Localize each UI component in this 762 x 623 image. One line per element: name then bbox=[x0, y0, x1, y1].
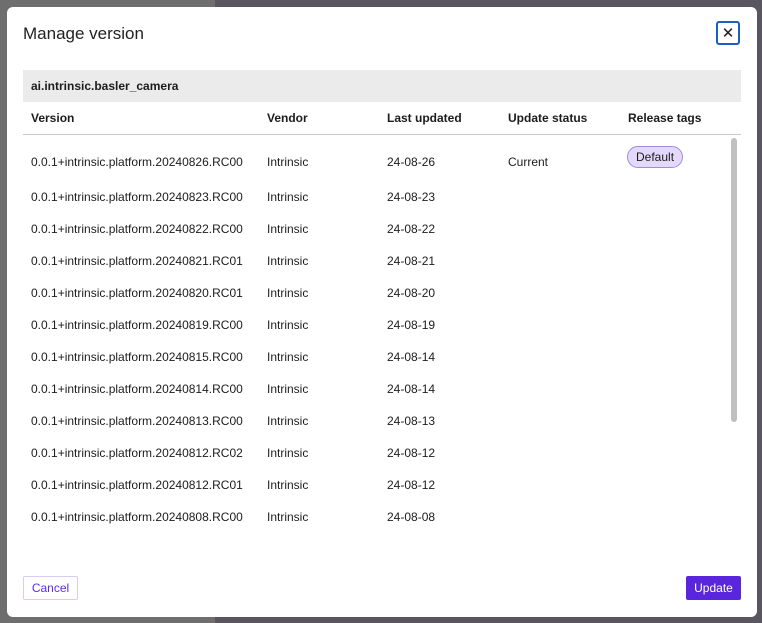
vendor-cell: Intrinsic bbox=[267, 155, 309, 169]
vendor-cell: Intrinsic bbox=[267, 350, 309, 364]
column-header-release-tags: Release tags bbox=[628, 111, 702, 125]
version-cell: 0.0.1+intrinsic.platform.20240823.RC00 bbox=[31, 190, 243, 204]
last-updated-cell: 24-08-14 bbox=[387, 350, 436, 364]
column-header-update-status: Update status bbox=[508, 111, 588, 125]
last-updated-cell: 24-08-19 bbox=[387, 318, 436, 332]
version-cell: 0.0.1+intrinsic.platform.20240820.RC01 bbox=[31, 286, 243, 300]
table-row[interactable]: 0.0.1+intrinsic.platform.20240819.RC00 In… bbox=[23, 309, 723, 341]
version-cell: 0.0.1+intrinsic.platform.20240812.RC02 bbox=[31, 446, 243, 460]
vendor-cell: Intrinsic bbox=[267, 286, 309, 300]
table-row[interactable]: 0.0.1+intrinsic.platform.20240822.RC00 In… bbox=[23, 213, 723, 245]
close-icon: ✕ bbox=[721, 25, 735, 42]
update-status-cell: Current bbox=[508, 155, 549, 169]
table-row[interactable]: 0.0.1+intrinsic.platform.20240826.RC00 In… bbox=[23, 146, 723, 178]
version-cell: 0.0.1+intrinsic.platform.20240815.RC00 bbox=[31, 350, 243, 364]
scrollbar[interactable] bbox=[731, 138, 737, 422]
vendor-cell: Intrinsic bbox=[267, 478, 309, 492]
last-updated-cell: 24-08-20 bbox=[387, 286, 436, 300]
column-header-vendor: Vendor bbox=[267, 111, 308, 125]
cancel-button[interactable]: Cancel bbox=[23, 576, 78, 600]
manage-version-dialog: Manage version ✕ ai.intrinsic.basler_cam… bbox=[7, 7, 757, 617]
last-updated-cell: 24-08-12 bbox=[387, 478, 436, 492]
version-cell: 0.0.1+intrinsic.platform.20240814.RC00 bbox=[31, 382, 243, 396]
vendor-cell: Intrinsic bbox=[267, 190, 309, 204]
column-header-last-updated: Last updated bbox=[387, 111, 462, 125]
version-cell: 0.0.1+intrinsic.platform.20240819.RC00 bbox=[31, 318, 243, 332]
vendor-cell: Intrinsic bbox=[267, 318, 309, 332]
version-cell: 0.0.1+intrinsic.platform.20240822.RC00 bbox=[31, 222, 243, 236]
table-header: Version Vendor Last updated Update statu… bbox=[23, 103, 741, 135]
table-row[interactable]: 0.0.1+intrinsic.platform.20240820.RC01 In… bbox=[23, 277, 723, 309]
version-cell: 0.0.1+intrinsic.platform.20240813.RC00 bbox=[31, 414, 243, 428]
version-cell: 0.0.1+intrinsic.platform.20240821.RC01 bbox=[31, 254, 243, 268]
table-row[interactable]: 0.0.1+intrinsic.platform.20240823.RC00 In… bbox=[23, 181, 723, 213]
version-cell: 0.0.1+intrinsic.platform.20240808.RC00 bbox=[31, 510, 243, 524]
dialog-title: Manage version bbox=[23, 24, 144, 43]
table-row[interactable]: 0.0.1+intrinsic.platform.20240812.RC01 In… bbox=[23, 469, 723, 501]
column-header-version: Version bbox=[31, 111, 75, 125]
last-updated-cell: 24-08-22 bbox=[387, 222, 436, 236]
table-row[interactable]: 0.0.1+intrinsic.platform.20240814.RC00 In… bbox=[23, 373, 723, 405]
package-name: ai.intrinsic.basler_camera bbox=[23, 70, 741, 102]
version-cell: 0.0.1+intrinsic.platform.20240812.RC01 bbox=[31, 478, 243, 492]
last-updated-cell: 24-08-23 bbox=[387, 190, 436, 204]
version-cell: 0.0.1+intrinsic.platform.20240826.RC00 bbox=[31, 155, 243, 169]
table-row[interactable]: 0.0.1+intrinsic.platform.20240813.RC00 In… bbox=[23, 405, 723, 437]
close-button[interactable]: ✕ bbox=[716, 21, 740, 45]
table-row[interactable]: 0.0.1+intrinsic.platform.20240812.RC02 In… bbox=[23, 437, 723, 469]
vendor-cell: Intrinsic bbox=[267, 254, 309, 268]
vendor-cell: Intrinsic bbox=[267, 222, 309, 236]
table-row[interactable]: 0.0.1+intrinsic.platform.20240815.RC00 In… bbox=[23, 341, 723, 373]
vendor-cell: Intrinsic bbox=[267, 414, 309, 428]
last-updated-cell: 24-08-13 bbox=[387, 414, 436, 428]
release-tag-badge: Default bbox=[627, 146, 684, 168]
version-table-body: 0.0.1+intrinsic.platform.20240826.RC00 In… bbox=[23, 139, 741, 539]
last-updated-cell: 24-08-12 bbox=[387, 446, 436, 460]
table-row[interactable]: 0.0.1+intrinsic.platform.20240821.RC01 In… bbox=[23, 245, 723, 277]
last-updated-cell: 24-08-26 bbox=[387, 155, 436, 169]
last-updated-cell: 24-08-14 bbox=[387, 382, 436, 396]
vendor-cell: Intrinsic bbox=[267, 446, 309, 460]
vendor-cell: Intrinsic bbox=[267, 510, 309, 524]
table-row[interactable]: 0.0.1+intrinsic.platform.20240808.RC00 In… bbox=[23, 501, 723, 533]
last-updated-cell: 24-08-08 bbox=[387, 510, 436, 524]
vendor-cell: Intrinsic bbox=[267, 382, 309, 396]
last-updated-cell: 24-08-21 bbox=[387, 254, 436, 268]
update-button[interactable]: Update bbox=[686, 576, 741, 600]
